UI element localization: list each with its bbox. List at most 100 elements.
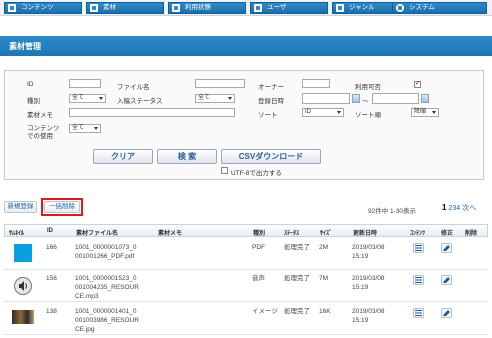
next-page-link[interactable]: 次へ bbox=[462, 205, 476, 212]
clear-button[interactable]: クリア bbox=[93, 149, 153, 164]
date-from-input[interactable] bbox=[302, 93, 350, 104]
pagination: 1 234 次へ bbox=[442, 203, 476, 213]
page-4[interactable]: 4 bbox=[456, 205, 460, 212]
edit-icon[interactable] bbox=[441, 275, 452, 285]
image-thumbnail bbox=[12, 310, 34, 324]
date-separator: ～ bbox=[362, 98, 369, 105]
nav-system-label: システム bbox=[409, 4, 435, 11]
nav-usage-label: 利用状態 bbox=[185, 4, 211, 11]
user-icon bbox=[254, 4, 262, 12]
col-status: ｽﾃｰﾀｽ bbox=[284, 231, 300, 237]
intake-status-value: 全て bbox=[198, 95, 211, 101]
owner-label: オーナー bbox=[258, 84, 284, 91]
top-navigation: コンテンツ 素材 利用状態 ユーザ ジャンル システム bbox=[0, 0, 492, 16]
col-updated: 更新日時 bbox=[353, 231, 378, 237]
row-status: 処理完了 bbox=[284, 308, 310, 315]
type-label: 種別 bbox=[27, 98, 40, 105]
intake-status-select[interactable]: 全て bbox=[195, 94, 235, 103]
row-type: 音声 bbox=[252, 275, 265, 282]
calendar-icon[interactable] bbox=[421, 94, 429, 103]
col-type: 種別 bbox=[253, 231, 266, 237]
row-size: 7M bbox=[319, 275, 329, 282]
content-icon bbox=[8, 4, 16, 12]
search-button[interactable]: 検 索 bbox=[157, 149, 217, 164]
type-select-value: 全て bbox=[72, 95, 85, 101]
nav-material-label: 素材 bbox=[103, 4, 116, 11]
content-list-icon[interactable] bbox=[413, 243, 424, 253]
row-filename-1: 1001_0000001401_0 bbox=[75, 308, 137, 315]
nav-user-label: ユーザ bbox=[267, 4, 287, 11]
row-filename-3: CE.mp3 bbox=[75, 293, 99, 300]
chevron-down-icon bbox=[228, 97, 232, 100]
memo-label: 素材メモ bbox=[27, 112, 53, 119]
col-filename: 素材ファイル名 bbox=[76, 231, 119, 237]
content-use-select[interactable]: 全て bbox=[69, 124, 101, 133]
col-thumbnail: ｻﾑﾈｲﾙ bbox=[9, 231, 25, 237]
row-type: PDF bbox=[252, 244, 265, 251]
calendar-icon[interactable] bbox=[352, 94, 360, 103]
sort-order-value: 降順 bbox=[414, 109, 427, 115]
row-date: 2019/03/08 bbox=[352, 244, 385, 251]
sort-order-select[interactable]: 降順 bbox=[411, 108, 439, 117]
type-select[interactable]: 全て bbox=[69, 94, 106, 103]
sort-select[interactable]: ID bbox=[302, 108, 344, 117]
chevron-down-icon bbox=[94, 127, 98, 130]
nav-user[interactable]: ユーザ bbox=[250, 2, 328, 14]
new-register-button[interactable]: 新規登録 bbox=[4, 201, 37, 213]
content-use-label-2: での使用 bbox=[27, 133, 53, 140]
genre-icon bbox=[336, 4, 344, 12]
result-count: 92件中 1-30表示 bbox=[368, 208, 417, 215]
material-icon bbox=[90, 4, 98, 12]
date-to-input[interactable] bbox=[372, 93, 419, 104]
nav-material[interactable]: 素材 bbox=[86, 2, 164, 14]
highlight-box bbox=[41, 198, 83, 216]
row-time: 15:19 bbox=[352, 253, 369, 260]
gear-icon bbox=[396, 4, 404, 12]
col-memo: 素材メモ bbox=[158, 231, 183, 237]
usable-checkbox[interactable]: ✓ bbox=[414, 81, 421, 88]
table-row: 166 1001_0000001073_0 001001266_PDF.pdf … bbox=[4, 238, 488, 270]
utf8-label: UTF-8で出力する bbox=[231, 170, 282, 177]
col-content: ｺﾝﾃﾝﾂ bbox=[410, 231, 426, 237]
utf8-checkbox[interactable] bbox=[221, 167, 228, 174]
row-size: 16K bbox=[319, 308, 331, 315]
col-delete: 削除 bbox=[465, 231, 478, 237]
memo-input[interactable] bbox=[69, 108, 235, 117]
filename-input[interactable] bbox=[195, 79, 245, 88]
row-date: 2019/03/08 bbox=[352, 275, 385, 282]
row-filename-2: 001003986_RESOUR bbox=[75, 317, 139, 324]
edit-icon[interactable] bbox=[441, 308, 452, 318]
row-date: 2019/03/08 bbox=[352, 308, 385, 315]
row-filename-2: 001004235_RESOUR bbox=[75, 284, 139, 291]
row-status: 処理完了 bbox=[284, 244, 310, 251]
chevron-down-icon bbox=[432, 111, 436, 114]
row-id: 156 bbox=[46, 275, 57, 282]
row-id: 166 bbox=[46, 244, 57, 251]
row-time: 15:19 bbox=[352, 284, 369, 291]
row-status: 処理完了 bbox=[284, 275, 310, 282]
edit-icon[interactable] bbox=[441, 243, 452, 253]
id-label: ID bbox=[27, 81, 34, 88]
row-time: 15:19 bbox=[352, 317, 369, 324]
search-panel: ID ファイル名 オーナー 利用可否 ✓ 種別 全て 入稿ステータス 全て 登録… bbox=[4, 70, 484, 180]
row-filename-3: CE.jpg bbox=[75, 326, 95, 333]
row-size: 2M bbox=[319, 244, 329, 251]
intake-status-label: 入稿ステータス bbox=[117, 98, 163, 105]
row-filename-1: 1001_0000001073_0 bbox=[75, 244, 137, 251]
owner-input[interactable] bbox=[302, 79, 330, 88]
table-row: 138 1001_0000001401_0 001003986_RESOUR C… bbox=[4, 303, 488, 335]
csv-download-button[interactable]: CSVダウンロード bbox=[221, 149, 321, 164]
nav-content[interactable]: コンテンツ bbox=[4, 2, 82, 14]
content-use-value: 全て bbox=[72, 125, 85, 131]
content-list-icon[interactable] bbox=[413, 275, 424, 285]
nav-system[interactable]: システム bbox=[392, 2, 487, 14]
page-header: 素材管理 bbox=[0, 36, 492, 56]
nav-content-label: コンテンツ bbox=[21, 4, 54, 11]
id-input[interactable] bbox=[69, 79, 101, 88]
registered-label: 登録日時 bbox=[258, 98, 284, 105]
table-row: 156 1001_0000001523_0 001004235_RESOUR C… bbox=[4, 270, 488, 302]
chevron-down-icon bbox=[99, 97, 103, 100]
content-list-icon[interactable] bbox=[413, 308, 424, 318]
table-header: ｻﾑﾈｲﾙ ID 素材ファイル名 素材メモ 種別 ｽﾃｰﾀｽ ｻｲｽﾞ 更新日時… bbox=[4, 224, 488, 237]
nav-usage[interactable]: 利用状態 bbox=[168, 2, 246, 14]
